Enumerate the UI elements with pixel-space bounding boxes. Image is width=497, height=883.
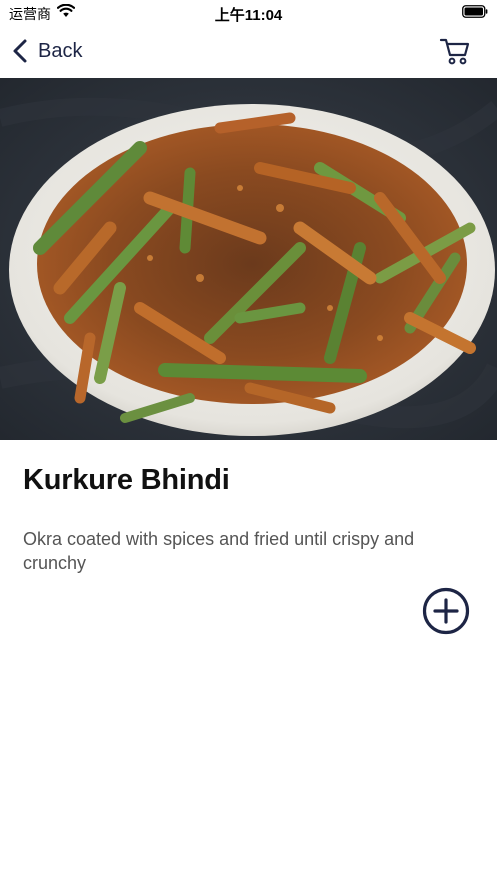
status-bar: 运营商 上午11:04 (0, 0, 497, 26)
product-detail-screen: 运营商 上午11:04 Back Kurkure Bhindi Okra coa… (0, 0, 497, 883)
cart-icon[interactable] (439, 36, 471, 66)
chevron-left-icon (13, 39, 27, 63)
plus-circle-icon[interactable] (422, 587, 470, 635)
navigation-bar: Back (0, 26, 497, 78)
back-button[interactable]: Back (12, 36, 82, 66)
back-button-label: Back (38, 39, 83, 62)
product-image (0, 78, 497, 440)
product-description: Okra coated with spices and fried until … (23, 529, 415, 573)
battery-icon (462, 5, 488, 18)
product-title: Kurkure Bhindi (23, 464, 230, 496)
status-time: 上午11:04 (214, 7, 283, 24)
okra-dish-illustration (0, 78, 497, 440)
